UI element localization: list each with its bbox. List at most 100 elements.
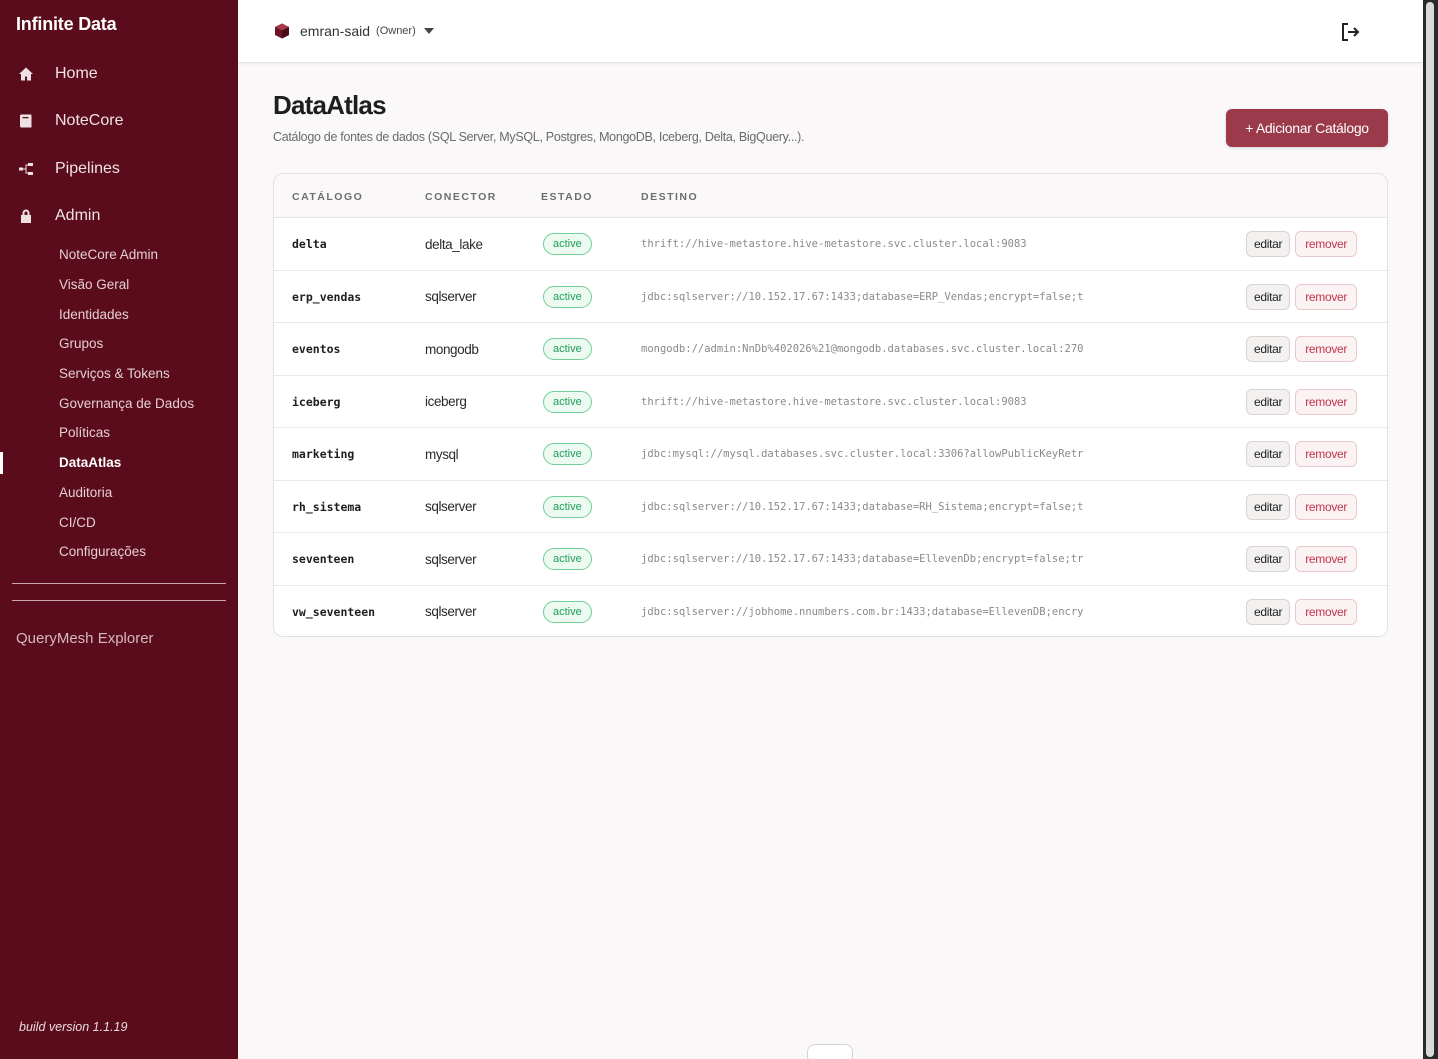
scrollbar[interactable] [1423, 0, 1438, 1059]
brand-logo[interactable]: Infinite Data [16, 14, 117, 35]
catalog-destination: jdbc:sqlserver://10.152.17.67:1433;datab… [641, 553, 1084, 566]
edit-button[interactable]: editar [1246, 546, 1291, 573]
sidebar-item-notecore[interactable]: NoteCore [0, 98, 238, 146]
remove-button[interactable]: remover [1295, 441, 1358, 468]
scrollbar-thumb[interactable] [1426, 2, 1434, 1057]
home-icon [18, 66, 34, 82]
table-row: seventeen sqlserver active jdbc:sqlserver:/… [274, 533, 1387, 586]
remove-button[interactable]: remover [1295, 231, 1358, 258]
row-actions: editar remover [1246, 481, 1358, 534]
catalog-connector: delta_lake [425, 236, 483, 252]
status-badge: active [543, 548, 592, 571]
edit-button[interactable]: editar [1246, 336, 1291, 363]
sidebar-item-label: Pipelines [55, 159, 120, 177]
catalog-destination: jdbc:mysql://mysql.databases.svc.cluster… [641, 448, 1084, 461]
table-header: CATÁLOGO CONECTOR ESTADO DESTINO [274, 174, 1387, 218]
lock-icon [18, 208, 34, 224]
row-actions: editar remover [1246, 586, 1358, 637]
pipeline-icon [18, 161, 34, 177]
remove-button[interactable]: remover [1295, 546, 1358, 573]
catalog-destination: mongodb://admin:NnDb%402026%21@mongodb.d… [641, 343, 1084, 356]
edit-button[interactable]: editar [1246, 598, 1291, 625]
catalog-connector: sqlserver [425, 604, 477, 620]
sidebar-item-home[interactable]: Home [0, 50, 238, 98]
catalog-destination: jdbc:sqlserver://10.152.17.67:1433;datab… [641, 500, 1084, 513]
sidebar-item-governanca[interactable]: Governança de Dados [0, 388, 238, 418]
edit-button[interactable]: editar [1246, 493, 1291, 520]
remove-button[interactable]: remover [1295, 388, 1358, 415]
column-header-conector: CONECTOR [425, 191, 497, 203]
catalog-state: active [543, 376, 592, 429]
status-badge: active [543, 443, 592, 466]
sidebar-item-auditoria[interactable]: Auditoria [0, 478, 238, 508]
catalog-state: active [543, 533, 592, 586]
sidebar-item-servicos-tokens[interactable]: Serviços & Tokens [0, 359, 238, 389]
catalog-destination: thrift://hive-metastore.hive-metastore.s… [641, 238, 1027, 251]
table-row: erp_vendas sqlserver active jdbc:sqlserver:… [274, 270, 1387, 324]
add-catalog-button[interactable]: + Adicionar Catálogo [1226, 109, 1388, 147]
remove-button[interactable]: remover [1295, 493, 1358, 520]
status-badge: active [543, 600, 592, 623]
edit-button[interactable]: editar [1246, 388, 1291, 415]
sidebar: Infinite Data Home NoteCore Pipelines Ad… [0, 0, 238, 1059]
catalog-table: CATÁLOGO CONECTOR ESTADO DESTINO delta de… [273, 173, 1388, 637]
table-body: delta delta_lakeactive thrift://hive-metas… [274, 218, 1387, 637]
catalog-name: delta [292, 237, 327, 252]
catalog-connector: sqlserver [425, 551, 477, 567]
catalog-name: iceberg [292, 394, 341, 409]
catalog-state: active [543, 481, 592, 534]
catalog-name: erp_vendas [292, 289, 362, 304]
row-actions: editar remover [1246, 218, 1358, 271]
sidebar-item-label: Admin [55, 207, 101, 225]
row-actions: editar remover [1246, 533, 1358, 586]
sidebar-divider [12, 583, 226, 584]
sidebar-item-grupos[interactable]: Grupos [0, 329, 238, 359]
sidebar-item-cicd[interactable]: CI/CD [0, 507, 238, 537]
build-version: build version 1.1.19 [19, 1020, 128, 1034]
edit-button[interactable]: editar [1246, 231, 1291, 258]
table-row: marketing mysql active jdbc:mysql://mysql.d… [274, 428, 1387, 481]
sidebar-item-querymesh[interactable]: QueryMesh Explorer [16, 630, 154, 647]
catalog-connector: iceberg [425, 394, 467, 410]
status-badge: active [543, 390, 592, 413]
table-row: vw_seventeen sqlserver active jdbc:sqlserve… [274, 585, 1387, 637]
column-header-estado: ESTADO [541, 191, 593, 203]
sidebar-item-pipelines[interactable]: Pipelines [0, 145, 238, 193]
logout-icon[interactable] [1338, 20, 1362, 44]
user-menu[interactable]: emran-said (Owner) [273, 22, 434, 40]
sidebar-main-nav: Home NoteCore Pipelines Admin [0, 50, 238, 240]
remove-button[interactable]: remover [1295, 336, 1358, 363]
catalog-connector: sqlserver [425, 289, 477, 305]
remove-button[interactable]: remover [1295, 598, 1358, 625]
admin-sub-nav: NoteCore Admin Visão Geral Identidades G… [0, 240, 238, 567]
sidebar-item-label: Home [55, 64, 98, 82]
catalog-state: active [543, 271, 592, 324]
remove-button[interactable]: remover [1295, 283, 1358, 310]
sidebar-item-visao-geral[interactable]: Visão Geral [0, 270, 238, 300]
catalog-name: seventeen [292, 552, 355, 567]
catalog-connector: mysql [425, 446, 459, 462]
sidebar-item-identidades[interactable]: Identidades [0, 299, 238, 329]
catalog-state: active [543, 428, 592, 481]
edit-button[interactable]: editar [1246, 283, 1291, 310]
catalog-name: rh_sistema [292, 499, 362, 514]
edit-button[interactable]: editar [1246, 441, 1291, 468]
catalog-name: marketing [292, 447, 355, 462]
table-row: rh_sistema sqlserver active jdbc:sqlserver:… [274, 480, 1387, 534]
sidebar-item-politicas[interactable]: Políticas [0, 418, 238, 448]
sidebar-item-notecore-admin[interactable]: NoteCore Admin [0, 240, 238, 270]
catalog-state: active [543, 323, 592, 376]
sidebar-item-dataatlas[interactable]: DataAtlas [0, 448, 238, 478]
catalog-destination: jdbc:sqlserver://jobhome.nnumbers.com.br… [641, 605, 1084, 618]
catalog-destination: jdbc:sqlserver://10.152.17.67:1433;datab… [641, 290, 1084, 303]
catalog-name: vw_seventeen [292, 604, 376, 619]
book-icon [18, 113, 34, 129]
user-role: (Owner) [376, 25, 416, 37]
bottom-handle[interactable] [807, 1044, 853, 1059]
row-actions: editar remover [1246, 428, 1358, 481]
sidebar-item-configuracoes[interactable]: Configurações [0, 537, 238, 567]
catalog-connector: mongodb [425, 341, 479, 357]
sidebar-item-admin[interactable]: Admin [0, 193, 238, 241]
sidebar-divider [12, 600, 226, 601]
catalog-state: active [543, 586, 592, 637]
